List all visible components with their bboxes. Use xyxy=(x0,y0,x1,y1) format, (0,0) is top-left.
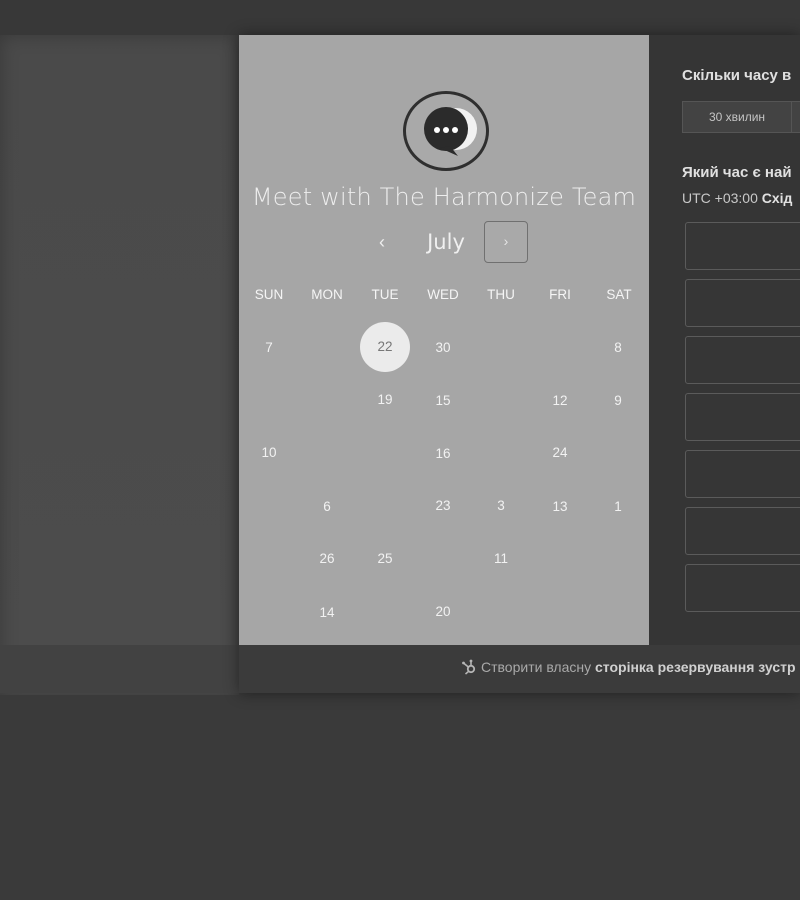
weekday-mon: MON xyxy=(311,287,343,302)
weekday-tue: TUE xyxy=(371,287,399,302)
day-cell[interactable]: 3 xyxy=(476,481,526,531)
footer-link[interactable]: сторінка резервування зустр xyxy=(595,659,796,675)
time-question: Який час є най xyxy=(682,164,792,181)
chat-bubble-icon xyxy=(403,91,489,171)
month-label: July xyxy=(427,230,465,254)
month-navigation: ‹ July › xyxy=(239,221,649,265)
weekday-fri: FRI xyxy=(549,287,571,302)
background-overlay-footer-band xyxy=(0,645,239,693)
day-cell[interactable]: 10 xyxy=(244,428,294,478)
time-slot[interactable] xyxy=(685,564,800,612)
prev-month-button[interactable]: ‹ xyxy=(367,227,397,257)
timezone-selector[interactable]: UTC +03:00 Схід xyxy=(682,190,792,206)
weekday-thu: THU xyxy=(487,287,515,302)
meetings-widget: Meet with The Harmonize Team ‹ July › SU… xyxy=(239,35,800,693)
background-overlay xyxy=(0,35,239,695)
time-slot[interactable] xyxy=(685,222,800,270)
day-cell[interactable]: 13 xyxy=(535,482,585,532)
day-cell[interactable]: 11 xyxy=(476,534,526,584)
day-cell[interactable]: 26 xyxy=(302,534,352,584)
day-cell[interactable]: 12 xyxy=(535,376,585,426)
day-cell[interactable]: 8 xyxy=(593,323,643,373)
weekday-sun: SUN xyxy=(254,287,284,302)
day-cell[interactable]: 20 xyxy=(418,587,468,637)
day-cell[interactable]: 7 xyxy=(244,323,294,373)
timezone-offset: UTC +03:00 xyxy=(682,190,758,206)
day-cell[interactable]: 25 xyxy=(360,534,410,584)
top-bar xyxy=(0,0,800,35)
footer-bar: Створити власну сторінка резервування зу… xyxy=(239,645,800,693)
day-cell-selected[interactable]: 22 xyxy=(360,322,410,372)
duration-option-next[interactable] xyxy=(791,101,800,133)
footer-text: Створити власну xyxy=(481,659,592,675)
day-cell[interactable]: 1 xyxy=(593,482,643,532)
duration-question: Скільки часу в xyxy=(682,67,792,84)
duration-option-30[interactable]: 30 хвилин xyxy=(682,101,792,133)
next-month-button[interactable]: › xyxy=(484,221,528,263)
day-cell[interactable]: 14 xyxy=(302,588,352,638)
weekday-header: SUN MON TUE WED THU FRI SAT xyxy=(239,287,649,307)
weekday-wed: WED xyxy=(427,287,459,302)
day-cell[interactable]: 6 xyxy=(302,482,352,532)
time-slot[interactable] xyxy=(685,450,800,498)
day-cell[interactable]: 30 xyxy=(418,323,468,373)
day-cell[interactable]: 9 xyxy=(593,376,643,426)
meeting-title: Meet with The Harmonize Team xyxy=(251,183,637,211)
day-cell[interactable]: 19 xyxy=(360,375,410,425)
create-booking-page-link[interactable]: Створити власну сторінка резервування зу… xyxy=(461,659,796,675)
calendar-panel: Meet with The Harmonize Team ‹ July › SU… xyxy=(239,35,649,645)
day-cell[interactable]: 16 xyxy=(418,429,468,479)
time-slot[interactable] xyxy=(685,393,800,441)
day-cell[interactable]: 24 xyxy=(535,428,585,478)
day-cell[interactable]: 15 xyxy=(418,376,468,426)
time-slot[interactable] xyxy=(685,507,800,555)
hubspot-sprocket-icon xyxy=(461,659,477,675)
day-cell[interactable]: 23 xyxy=(418,481,468,531)
weekday-sat: SAT xyxy=(606,287,632,302)
booking-panel: Скільки часу в 30 хвилин Який час є най … xyxy=(649,35,800,645)
timezone-name: Схід xyxy=(761,190,793,206)
time-slot[interactable] xyxy=(685,336,800,384)
time-slot[interactable] xyxy=(685,279,800,327)
